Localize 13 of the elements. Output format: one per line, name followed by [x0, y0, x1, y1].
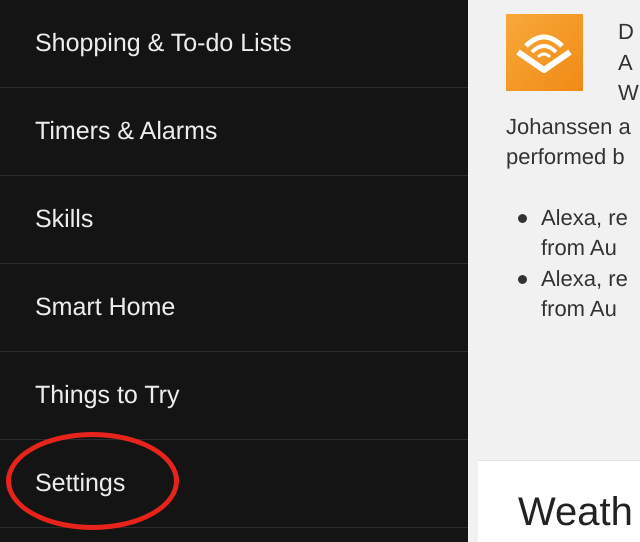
open-book-icon	[506, 14, 583, 91]
bullet-icon	[518, 274, 527, 284]
bullet-icon	[518, 214, 527, 222]
description-text: A	[618, 48, 634, 76]
description-text: D	[618, 18, 635, 46]
example-phrase: Alexa, re	[541, 264, 628, 292]
example-phrase: from Au	[541, 234, 618, 262]
card-title: Weath	[518, 490, 633, 534]
example-phrase: from Au	[541, 295, 618, 323]
description-text: Johanssen a	[506, 112, 632, 140]
example-phrase: Alexa, re	[541, 204, 628, 232]
description-text: W	[618, 79, 639, 107]
description-text: performed b	[506, 143, 626, 171]
